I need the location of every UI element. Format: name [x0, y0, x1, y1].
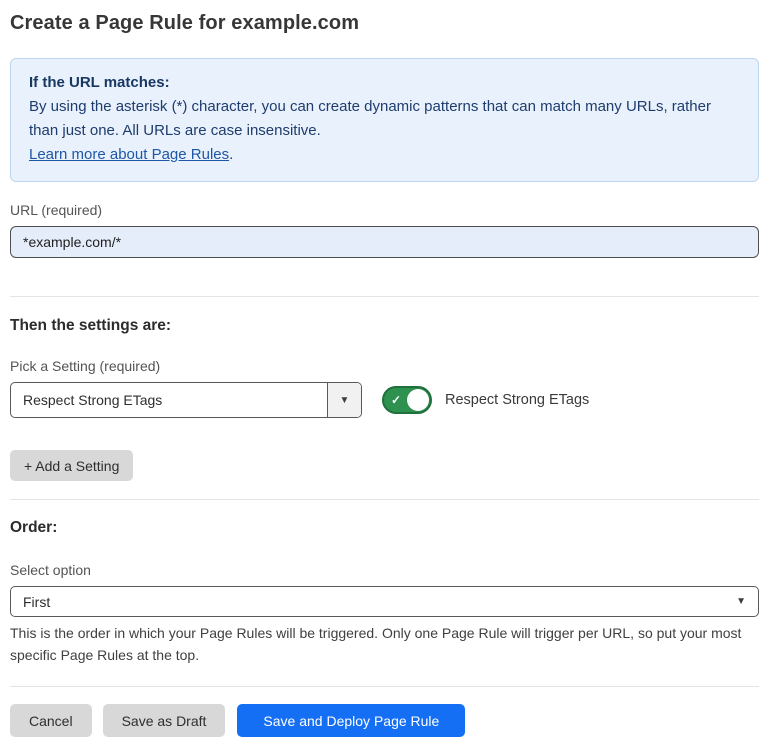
order-section-heading: Order:	[10, 519, 759, 537]
order-select-label: Select option	[10, 562, 759, 578]
check-icon: ✓	[391, 394, 401, 406]
info-box-link-line: Learn more about Page Rules.	[29, 143, 740, 167]
cancel-button[interactable]: Cancel	[10, 704, 92, 737]
respect-strong-etags-toggle[interactable]: ✓	[382, 386, 432, 414]
url-field-label: URL (required)	[10, 202, 759, 218]
order-select[interactable]: First ▼	[10, 586, 759, 617]
url-input[interactable]	[10, 226, 759, 258]
order-select-value: First	[23, 594, 50, 610]
setting-dropdown-value: Respect Strong ETags	[11, 383, 327, 417]
save-as-draft-button[interactable]: Save as Draft	[103, 704, 226, 737]
setting-dropdown[interactable]: Respect Strong ETags ▼	[10, 382, 362, 418]
toggle-label: Respect Strong ETags	[445, 392, 589, 408]
action-button-row: Cancel Save as Draft Save and Deploy Pag…	[10, 704, 759, 737]
link-period: .	[229, 146, 233, 163]
info-box-heading: If the URL matches:	[29, 71, 740, 95]
url-matches-info-box: If the URL matches: By using the asteris…	[10, 58, 759, 182]
chevron-down-icon: ▼	[736, 596, 746, 607]
setting-toggle-group: ✓ Respect Strong ETags	[382, 386, 589, 414]
info-box-body: By using the asterisk (*) character, you…	[29, 95, 740, 143]
divider	[10, 686, 759, 687]
learn-more-link[interactable]: Learn more about Page Rules	[29, 146, 229, 163]
order-help-text: This is the order in which your Page Rul…	[10, 622, 759, 666]
toggle-knob	[407, 389, 429, 411]
chevron-down-icon: ▼	[340, 395, 350, 406]
divider	[10, 296, 759, 297]
save-and-deploy-button[interactable]: Save and Deploy Page Rule	[237, 704, 465, 737]
divider	[10, 499, 759, 500]
setting-row: Respect Strong ETags ▼ ✓ Respect Strong …	[10, 382, 759, 418]
setting-dropdown-arrow-button[interactable]: ▼	[327, 383, 361, 417]
add-setting-button[interactable]: + Add a Setting	[10, 450, 133, 481]
settings-section-heading: Then the settings are:	[10, 317, 759, 335]
page-title: Create a Page Rule for example.com	[10, 12, 759, 35]
pick-setting-label: Pick a Setting (required)	[10, 358, 759, 374]
